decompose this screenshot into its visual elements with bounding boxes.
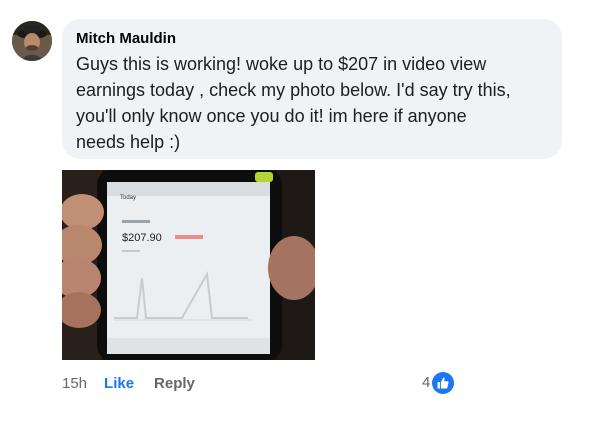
reaction-count: 4 xyxy=(422,374,431,391)
comment-author[interactable]: Mitch Mauldin xyxy=(76,29,548,49)
comment-bubble: Mitch Mauldin Guys this is working! woke… xyxy=(62,19,562,159)
thumbs-up-icon xyxy=(432,372,455,394)
avatar-image xyxy=(12,21,52,61)
comment-actions: 15h Like Reply xyxy=(62,374,195,394)
avatar[interactable] xyxy=(12,21,52,61)
comment-text: Guys this is working! woke up to $207 in… xyxy=(76,54,511,152)
reply-button[interactable]: Reply xyxy=(154,374,195,394)
screen-header: Today xyxy=(120,195,136,201)
attached-photo[interactable]: Today $207.90 xyxy=(62,170,315,360)
reaction-summary[interactable]: 4 xyxy=(422,372,455,394)
photo-image: Today $207.90 xyxy=(62,170,315,360)
like-button[interactable]: Like xyxy=(104,374,134,394)
screen-amount: $207.90 xyxy=(122,232,162,244)
comment-timestamp[interactable]: 15h xyxy=(62,374,87,394)
